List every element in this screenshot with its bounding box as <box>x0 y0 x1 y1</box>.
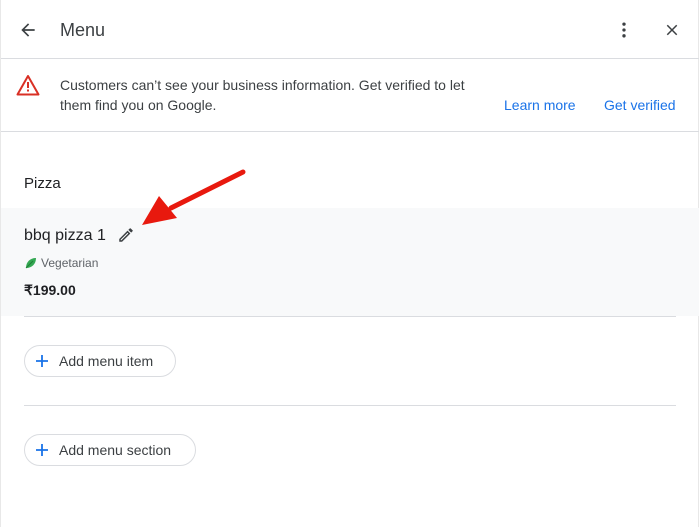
divider <box>24 316 676 317</box>
more-vert-icon <box>622 22 626 38</box>
menu-item-name: bbq pizza 1 <box>24 227 106 244</box>
menu-item[interactable]: bbq pizza 1 Vegetarian ₹199.00 <box>1 208 699 316</box>
add-menu-item-button[interactable]: Add menu item <box>24 345 176 377</box>
section-title: Pizza <box>24 175 61 192</box>
diet-tag: Vegetarian <box>24 256 98 270</box>
diet-label: Vegetarian <box>41 256 99 270</box>
edit-button[interactable] <box>114 223 138 247</box>
add-menu-item-label: Add menu item <box>59 353 154 369</box>
add-menu-section-label: Add menu section <box>59 442 172 458</box>
get-verified-link[interactable]: Get verified <box>604 95 676 115</box>
back-button[interactable] <box>10 12 46 48</box>
menu-item-price: ₹199.00 <box>24 282 76 298</box>
close-icon <box>666 24 678 36</box>
banner-message: Customers can’t see your business inform… <box>60 77 465 113</box>
menu-panel: Menu Customers can’t see your business i… <box>0 0 699 527</box>
learn-more-link[interactable]: Learn more <box>504 95 576 115</box>
close-button[interactable] <box>654 12 690 48</box>
plus-icon <box>36 355 48 367</box>
leaf-icon <box>25 258 36 269</box>
header-bar: Menu <box>1 0 699 59</box>
more-options-button[interactable] <box>606 12 642 48</box>
verification-banner: Customers can’t see your business inform… <box>1 59 699 132</box>
pencil-icon <box>119 228 133 242</box>
divider <box>24 405 676 406</box>
add-menu-section-button[interactable]: Add menu section <box>24 434 196 466</box>
back-arrow-icon <box>21 23 35 37</box>
page-title: Menu <box>60 20 106 40</box>
warning-icon <box>16 75 40 96</box>
plus-icon <box>36 444 48 456</box>
